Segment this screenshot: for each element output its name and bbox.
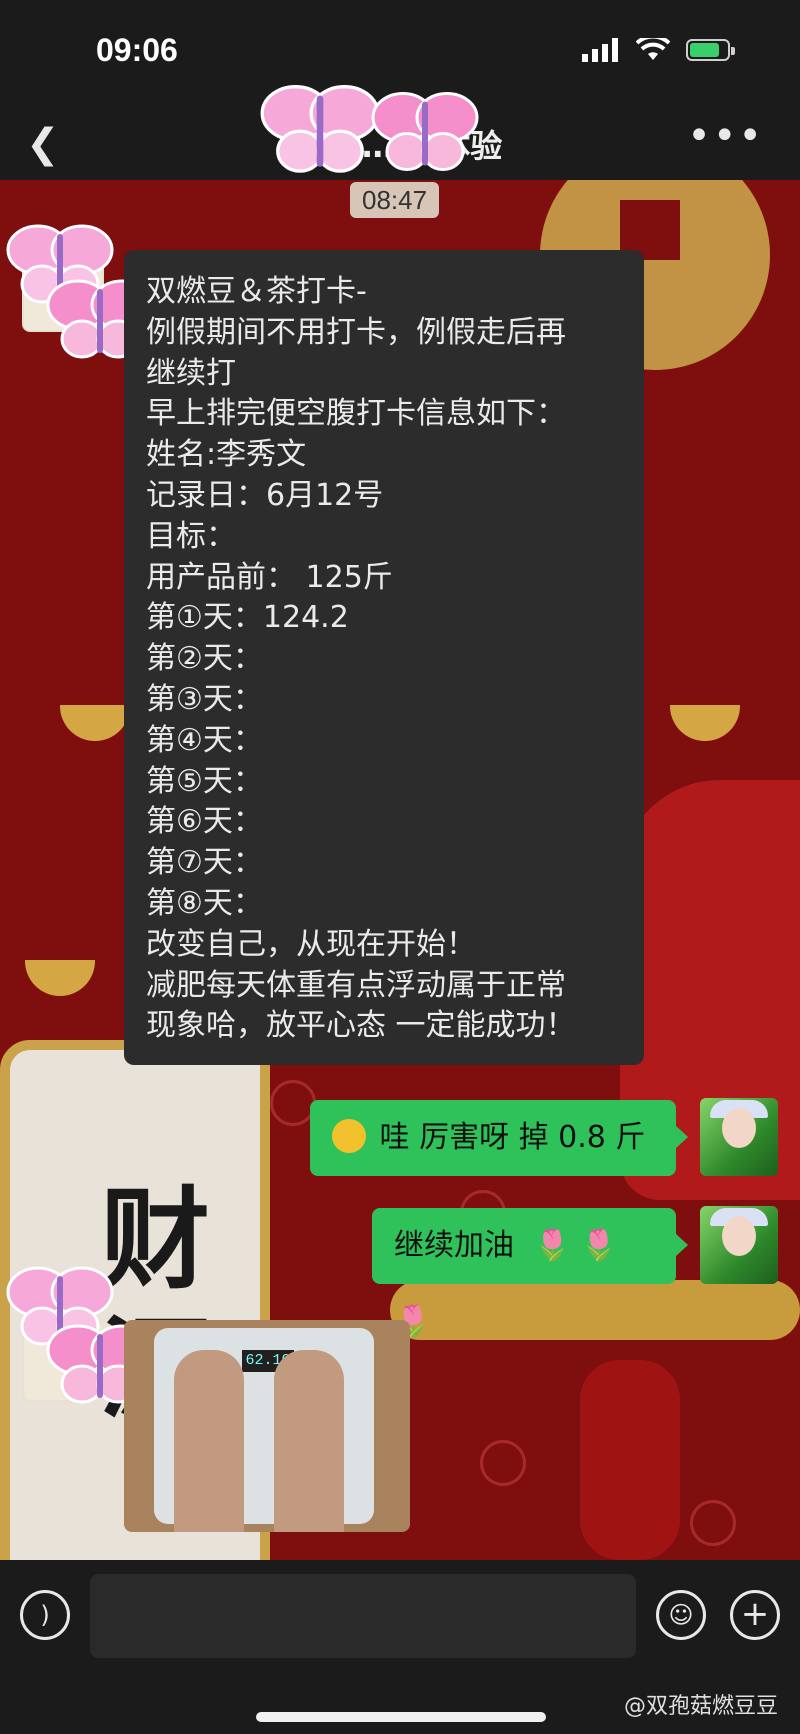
belt-decoration <box>390 1280 800 1340</box>
message-line: 例假期间不用打卡，例假走后再 <box>146 314 566 350</box>
user-avatar[interactable] <box>700 1098 778 1176</box>
message-line: 第④天： <box>146 722 263 758</box>
message-line: 减肥每天体重有点浮动属于正常 <box>146 967 566 1003</box>
ingot-decoration <box>670 705 740 741</box>
reply-text: 哇 厉害呀 掉 0.8 斤 <box>379 1120 646 1155</box>
message-line: 改变自己，从现在开始！ <box>146 926 476 962</box>
message-line: 第②天： <box>146 641 263 677</box>
message-line: 第⑧天： <box>146 885 263 921</box>
tassel-decoration <box>580 1360 680 1560</box>
reply-text: 继续加油 <box>394 1228 514 1263</box>
timestamp-pill: 08:47 <box>350 182 440 218</box>
more-icon[interactable]: ••• <box>687 113 764 159</box>
foot-image <box>174 1350 244 1532</box>
plus-icon[interactable]: + <box>730 1590 780 1640</box>
foot-image <box>274 1350 344 1532</box>
user-avatar[interactable] <box>700 1206 778 1284</box>
butterfly-sticker <box>371 92 479 171</box>
status-icons <box>582 38 735 62</box>
pattern-circle <box>480 1440 526 1486</box>
message-line: 用产品前： 125斤 <box>146 559 393 595</box>
message-line: 第①天：124.2 <box>146 600 349 636</box>
input-bar: ) ☺ + @双孢菇燃豆豆 <box>0 1560 800 1734</box>
wifi-icon <box>636 38 670 60</box>
message-input[interactable] <box>90 1574 636 1658</box>
status-time: 09:06 <box>96 32 178 68</box>
battery-icon <box>686 39 735 61</box>
checkin-message-bubble[interactable]: 双燃豆＆茶打卡- 例假期间不用打卡，例假走后再 继续打 早上排完便空腹打卡信息如… <box>124 250 644 1065</box>
voice-icon[interactable]: ) <box>20 1590 70 1640</box>
home-indicator[interactable] <box>256 1712 546 1722</box>
reply-bubble[interactable]: 继续加油 🌷 🌷 🌷 <box>372 1208 688 1339</box>
message-line: 现象哈，放平心态 一定能成功！ <box>146 1008 576 1044</box>
message-line: 第③天： <box>146 681 263 717</box>
heart-eyes-emoji-icon <box>332 1118 366 1153</box>
pattern-circle <box>690 1500 736 1546</box>
emoji-icon[interactable]: ☺ <box>656 1590 706 1640</box>
message-line: 第⑥天： <box>146 804 263 840</box>
reply-bubble[interactable]: 哇 厉害呀 掉 0.8 斤 <box>310 1100 688 1176</box>
message-line: 记录日：6月12号 <box>146 477 384 513</box>
signal-icon <box>582 38 618 62</box>
message-line: 第⑦天： <box>146 845 263 881</box>
ingot-decoration <box>25 960 95 996</box>
message-line: 双燃豆＆茶打卡- <box>146 274 367 309</box>
message-line: 第⑤天： <box>146 763 263 799</box>
message-line: 继续打 <box>146 355 236 391</box>
ingot-decoration <box>60 705 130 741</box>
watermark: @双孢菇燃豆豆 <box>623 1694 778 1719</box>
message-line: 目标： <box>146 518 236 554</box>
message-line: 早上排完便空腹打卡信息如下： <box>146 396 566 432</box>
scale-photo[interactable]: 62.10 <box>124 1320 410 1532</box>
message-line: 姓名:李秀文 <box>146 437 307 473</box>
